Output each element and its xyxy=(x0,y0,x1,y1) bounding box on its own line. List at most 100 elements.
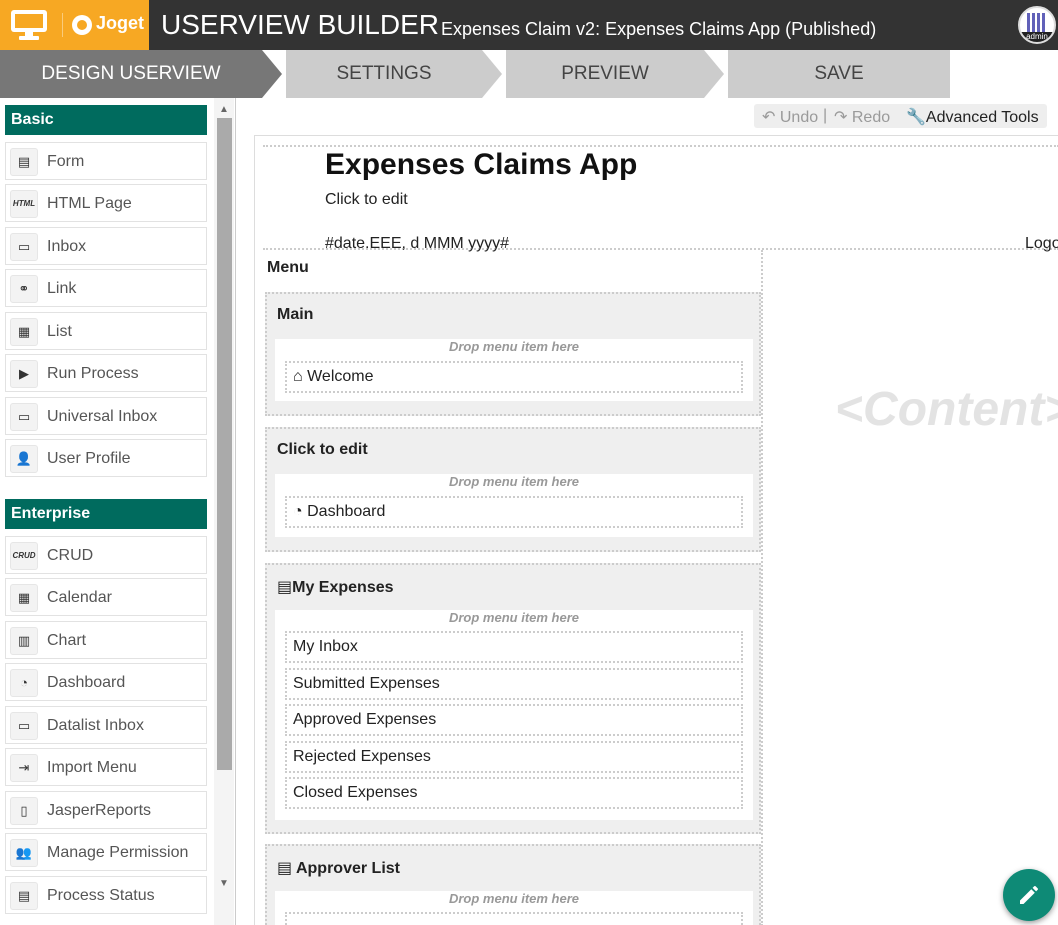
step-save[interactable]: SAVE xyxy=(728,50,950,98)
palette-item-chart[interactable]: ▥ Chart xyxy=(5,621,207,659)
palette-item-crud[interactable]: CRUD CRUD xyxy=(5,536,207,574)
list-icon: ▤ xyxy=(277,860,296,877)
user-avatar[interactable]: admin xyxy=(1018,6,1056,44)
palette-item-datalist-inbox[interactable]: ▭ Datalist Inbox xyxy=(5,706,207,744)
palette-item-html-page[interactable]: HTML HTML Page xyxy=(5,184,207,222)
advanced-tools-button[interactable]: 🔧Advanced Tools xyxy=(906,107,1039,127)
redo-button[interactable]: ↷ Redo xyxy=(834,107,890,127)
edit-fab-button[interactable] xyxy=(1003,869,1055,921)
redo-icon: ↷ xyxy=(834,109,848,126)
palette-item-label: Run Process xyxy=(47,365,139,382)
category-label-text: My Expenses xyxy=(292,579,394,596)
menu-item-approved-expenses[interactable]: Approved Expenses xyxy=(285,704,743,736)
palette-item-process-status[interactable]: ▤ Process Status xyxy=(5,876,207,914)
users-lock-icon: 👥 xyxy=(10,839,38,867)
chart-icon: ▥ xyxy=(10,627,38,655)
palette-item-label: Chart xyxy=(47,632,87,649)
menu-item-my-inbox[interactable]: My Inbox xyxy=(285,631,743,663)
joget-logo-icon xyxy=(72,15,92,35)
step-design-userview[interactable]: DESIGN USERVIEW xyxy=(0,50,262,98)
play-icon: ▶ xyxy=(10,360,38,388)
link-icon: ⚭ xyxy=(10,275,38,303)
undo-button[interactable]: ↶ Undo xyxy=(762,107,818,127)
palette-item-inbox[interactable]: ▭ Inbox xyxy=(5,227,207,265)
menu-category-approver-list[interactable]: ▤ Approver List Drop menu item here xyxy=(265,844,761,925)
palette-item-manage-permission[interactable]: 👥 Manage Permission xyxy=(5,833,207,871)
section-enterprise: Enterprise xyxy=(5,499,207,529)
scroll-thumb[interactable] xyxy=(217,118,232,770)
category-label[interactable]: ▤My Expenses xyxy=(277,577,394,597)
category-drop-zone[interactable]: Drop menu item here ⌂ Welcome xyxy=(275,339,753,401)
inbox-icon: ▭ xyxy=(10,712,38,740)
form-icon: ▤ xyxy=(10,148,38,176)
palette-item-calendar[interactable]: ▦ Calendar xyxy=(5,578,207,616)
palette-item-jasperreports[interactable]: ▯ JasperReports xyxy=(5,791,207,829)
pencil-icon xyxy=(1020,886,1038,904)
app-title: Expenses Claim v2: Expenses Claims App (… xyxy=(441,19,877,39)
undo-icon: ↶ xyxy=(762,109,776,126)
palette-item-label: Manage Permission xyxy=(47,844,189,861)
content-placeholder: <Content> xyxy=(835,383,1058,436)
palette-item-label: User Profile xyxy=(47,450,131,467)
avatar-image xyxy=(1027,13,1047,33)
step-arrow xyxy=(482,50,502,98)
menu-item-submitted-expenses[interactable]: Submitted Expenses xyxy=(285,668,743,700)
header-description[interactable]: Click to edit xyxy=(325,191,408,209)
userview-header[interactable]: Expenses Claims App Click to edit #date.… xyxy=(263,145,1058,253)
top-header: Joget USERVIEW BUILDER Expenses Claim v2… xyxy=(0,0,1058,50)
scroll-down-icon[interactable]: ▼ xyxy=(218,878,230,890)
menu-title: Menu xyxy=(267,259,309,276)
menu-item-rejected-expenses[interactable]: Rejected Expenses xyxy=(285,741,743,773)
inbox-icon: ▭ xyxy=(10,403,38,431)
step-settings[interactable]: SETTINGS xyxy=(286,50,482,98)
step-preview[interactable]: PREVIEW xyxy=(506,50,704,98)
category-drop-zone[interactable]: Drop menu item here xyxy=(275,891,753,925)
drop-hint: Drop menu item here xyxy=(448,339,580,354)
palette-item-user-profile[interactable]: 👤 User Profile xyxy=(5,439,207,477)
menu-column: Menu Main Drop menu item here ⌂ Welcome … xyxy=(263,250,763,925)
category-label[interactable]: Main xyxy=(277,306,313,324)
drop-hint: Drop menu item here xyxy=(448,891,580,906)
menu-category-click-to-edit[interactable]: Click to edit Drop menu item here ◔ Dash… xyxy=(265,427,761,552)
palette-item-run-process[interactable]: ▶ Run Process xyxy=(5,354,207,392)
step-arrow xyxy=(262,50,282,98)
editor-toolbar: ↶ Undo | ↷ Redo 🔧Advanced Tools xyxy=(754,104,1047,128)
palette-item-link[interactable]: ⚭ Link xyxy=(5,269,207,307)
html-icon: HTML xyxy=(10,190,38,218)
palette-item-label: Link xyxy=(47,280,77,297)
drop-hint: Drop menu item here xyxy=(448,474,580,489)
avatar-label: admin xyxy=(1020,32,1054,42)
palette-item-form[interactable]: ▤ Form xyxy=(5,142,207,180)
scroll-up-icon[interactable]: ▲ xyxy=(218,104,230,116)
brand-name: Joget xyxy=(96,13,145,33)
category-drop-zone[interactable]: Drop menu item here My Inbox Submitted E… xyxy=(275,610,753,820)
palette-item-label: Form xyxy=(47,153,85,170)
category-drop-zone[interactable]: Drop menu item here ◔ Dashboard xyxy=(275,474,753,537)
category-label[interactable]: Click to edit xyxy=(277,441,368,459)
palette-item-list[interactable]: ▦ List xyxy=(5,312,207,350)
menu-item-welcome[interactable]: ⌂ Welcome xyxy=(285,361,743,393)
menu-item-partial[interactable] xyxy=(285,912,743,925)
userview-app-name[interactable]: Expenses Claims App xyxy=(325,148,637,182)
palette-item-label: Import Menu xyxy=(47,759,137,776)
menu-category-my-expenses[interactable]: ▤My Expenses Drop menu item here My Inbo… xyxy=(265,563,761,834)
dashboard-icon: ◔ xyxy=(293,503,308,520)
user-edit-icon: 👤 xyxy=(10,445,38,473)
palette-item-label: CRUD xyxy=(47,547,94,564)
logout-link[interactable]: Logo xyxy=(1025,235,1058,253)
palette-item-dashboard[interactable]: ◔ Dashboard xyxy=(5,663,207,701)
palette-item-import-menu[interactable]: ⇥ Import Menu xyxy=(5,748,207,786)
redo-label: Redo xyxy=(851,109,891,126)
palette-item-universal-inbox[interactable]: ▭ Universal Inbox xyxy=(5,397,207,435)
menu-category-main[interactable]: Main Drop menu item here ⌂ Welcome xyxy=(265,292,761,416)
palette-item-label: Inbox xyxy=(47,238,87,255)
logo-divider xyxy=(62,13,63,37)
logo-area[interactable]: Joget xyxy=(0,0,149,50)
menu-item-closed-expenses[interactable]: Closed Expenses xyxy=(285,777,743,809)
undo-label: Undo xyxy=(779,109,819,126)
sidebar-scrollbar[interactable]: ▲ ▼ xyxy=(214,98,234,925)
menu-item-dashboard[interactable]: ◔ Dashboard xyxy=(285,496,743,528)
category-label[interactable]: ▤ Approver List xyxy=(277,858,400,878)
palette-item-label: Calendar xyxy=(47,589,112,606)
palette-item-label: Datalist Inbox xyxy=(47,717,144,734)
